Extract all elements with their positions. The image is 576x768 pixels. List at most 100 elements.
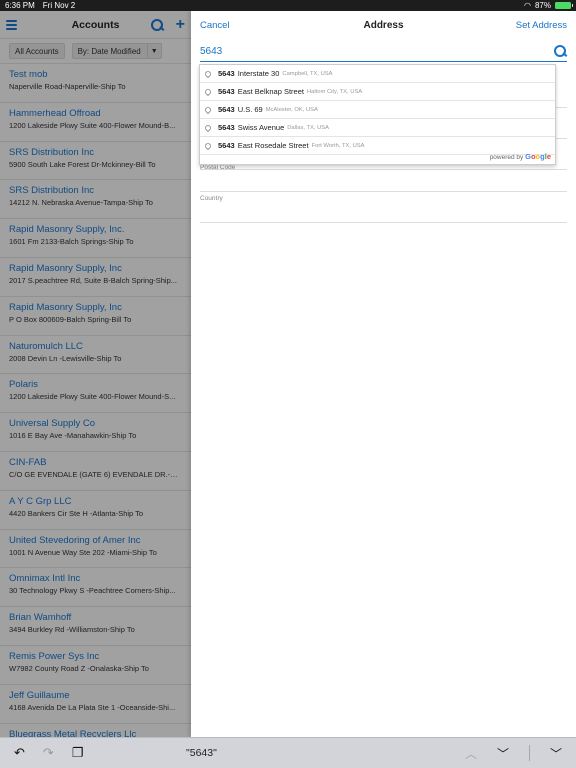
google-logo: Google xyxy=(525,152,551,161)
account-list-item[interactable]: Naturomulch LLC 2008 Devin Ln -Lewisville… xyxy=(0,336,191,375)
sort-label: By: Date Modified xyxy=(77,46,141,56)
account-list-item[interactable]: Rapid Masonry Supply, Inc 2017 S.peachtre… xyxy=(0,258,191,297)
account-address: 1001 N Avenue Way Ste 202 -Miami-Ship To xyxy=(9,547,157,557)
account-address: 1601 Fm 2133-Balch Springs-Ship To xyxy=(9,237,134,247)
suggestion-number: 5643 xyxy=(218,69,235,78)
account-name: Omnimax Intl Inc xyxy=(9,573,81,585)
account-name: Rapid Masonry Supply, Inc xyxy=(9,262,122,274)
account-list-item[interactable]: Rapid Masonry Supply, Inc P O Box 800609-… xyxy=(0,297,191,336)
account-name: CIN-FAB xyxy=(9,456,47,468)
account-name: SRS Distribution Inc xyxy=(9,146,95,158)
country-label: Country xyxy=(200,195,223,202)
account-list-item[interactable]: Test mob Naperville Road-Naperville-Ship … xyxy=(0,64,191,103)
search-icon[interactable] xyxy=(150,18,163,31)
address-nav-bar: Cancel Address Set Address xyxy=(191,11,576,39)
account-list-item[interactable]: Hammerhead Offroad 1200 Lakeside Pkwy Sui… xyxy=(0,103,191,142)
suggestion-location: Haltom City, TX, USA xyxy=(306,88,363,95)
filter-bar: All Accounts By: Date Modified ▼ xyxy=(0,39,191,64)
suggestion-number: 5643 xyxy=(218,87,235,96)
suggestions-dropdown: 5643 Interstate 30 Campbell, TX, USA 5643 Ea… xyxy=(199,64,556,165)
account-name: Jeff Guillaume xyxy=(9,689,70,701)
address-suggestion[interactable]: 5643 Interstate 30 Campbell, TX, USA xyxy=(200,65,555,83)
account-name: SRS Distribution Inc xyxy=(9,185,95,197)
menu-icon[interactable] xyxy=(6,19,17,30)
address-suggestion[interactable]: 5643 U.S. 69 McAlester, OK, USA xyxy=(200,101,555,119)
account-address: 2008 Devin Ln -Lewisville-Ship To xyxy=(9,353,122,363)
account-list-item[interactable]: CIN-FAB C/O GE EVENDALE (GATE 6) EVENDALE… xyxy=(0,452,191,491)
keyboard-toolbar: ↶ ↷ ❐ "5643" ︿ ﹀ ﹀ xyxy=(0,737,576,768)
account-list-item[interactable]: A Y C Grp LLC 4420 Bankers Cir Ste H -Atl… xyxy=(0,491,191,530)
account-list-item[interactable]: Polaris 1200 Lakeside Pkwy Suite 400-Flow… xyxy=(0,374,191,414)
account-list-item[interactable]: Jeff Guillaume 4168 Avenida De La Plata S… xyxy=(0,685,191,724)
account-address: W7982 County Road Z -Onalaska-Ship To xyxy=(9,663,149,673)
account-list-item[interactable]: SRS Distribution Inc 14212 N. Nebraska Av… xyxy=(0,180,191,220)
country-field[interactable]: Country xyxy=(200,192,567,223)
suggestion-number: 5643 xyxy=(218,123,235,132)
map-pin-icon xyxy=(203,123,213,132)
suggestion-number: 5643 xyxy=(218,105,235,114)
predictive-suggestion[interactable]: "5643" xyxy=(186,747,217,759)
account-list-item[interactable]: Remis Power Sys Inc W7982 County Road Z -… xyxy=(0,646,191,685)
account-address: 1200 Lakeside Pkwy Suite 400-Flower Moun… xyxy=(9,392,176,402)
cancel-button[interactable]: Cancel xyxy=(200,20,230,31)
account-list-item[interactable]: Bluegrass Metal Recyclers Llc xyxy=(0,724,191,737)
address-pane: Cancel Address Set Address Postal Code C… xyxy=(191,11,576,737)
account-address: 30 Technology Pkwy S -Peachtree Corners-… xyxy=(9,586,176,596)
postal-code-field[interactable]: Postal Code xyxy=(200,161,567,192)
previous-field-icon[interactable]: ︿ xyxy=(465,745,477,762)
account-name: Brian Wamhoff xyxy=(9,612,72,624)
account-address: 3494 Burkley Rd -Williamston-Ship To xyxy=(9,625,135,635)
account-address: 2017 S.peachtree Rd, Suite B-Balch Sprin… xyxy=(9,275,178,285)
battery-percent: 87% xyxy=(534,1,551,10)
account-list: Test mob Naperville Road-Naperville-Ship … xyxy=(0,64,191,737)
sort-filter[interactable]: By: Date Modified ▼ xyxy=(71,43,162,59)
toolbar-divider xyxy=(528,745,530,761)
search-icon[interactable] xyxy=(554,45,566,57)
account-address: 1200 Lakeside Pkwy Suite 400-Flower Moun… xyxy=(9,120,176,130)
add-account-icon[interactable]: + xyxy=(176,16,185,32)
chevron-down-icon[interactable]: ▼ xyxy=(146,44,161,58)
account-name: Test mob xyxy=(9,69,48,80)
account-name: Remis Power Sys Inc xyxy=(9,650,100,662)
powered-by-google: powered by Google xyxy=(490,152,551,161)
account-name: Naturomulch LLC xyxy=(9,340,83,352)
account-name: Rapid Masonry Supply, Inc. xyxy=(9,224,125,236)
account-address: P O Box 800609-Balch Spring-Bill To xyxy=(9,314,132,324)
all-accounts-filter[interactable]: All Accounts xyxy=(9,43,65,59)
map-pin-icon xyxy=(203,141,213,150)
account-list-item[interactable]: SRS Distribution Inc 5900 South Lake Fore… xyxy=(0,142,191,181)
postal-code-label: Postal Code xyxy=(200,164,236,171)
account-list-item[interactable]: Universal Supply Co 1016 E Bay Ave -Manah… xyxy=(0,413,191,452)
suggestion-number: 5643 xyxy=(218,141,235,150)
set-address-button[interactable]: Set Address xyxy=(516,20,567,31)
map-pin-icon xyxy=(203,87,213,96)
map-pin-icon xyxy=(203,69,213,78)
account-name: A Y C Grp LLC xyxy=(9,495,72,507)
suggestion-street: East Rosedale Street xyxy=(237,141,309,150)
account-list-item[interactable]: United Stevedoring of Amer Inc 1001 N Ave… xyxy=(0,530,191,569)
address-suggestion[interactable]: 5643 East Belknap Street Haltom City, TX, … xyxy=(200,83,555,101)
dismiss-keyboard-icon[interactable]: ﹀ xyxy=(550,745,562,762)
account-address: C/O GE EVENDALE (GATE 6) EVENDALE DR.-CI… xyxy=(9,469,182,479)
account-list-item[interactable]: Omnimax Intl Inc 30 Technology Pkwy S -Pe… xyxy=(0,568,191,608)
account-list-item[interactable]: Rapid Masonry Supply, Inc. 1601 Fm 2133-B… xyxy=(0,219,191,258)
suggestion-location: Fort Worth, TX, USA xyxy=(311,142,365,149)
suggestion-location: McAlester, OK, USA xyxy=(265,106,318,113)
suggestion-location: Dallas, TX, USA xyxy=(287,124,330,131)
next-field-icon[interactable]: ﹀ xyxy=(497,745,509,762)
account-list-item[interactable]: Brian Wamhoff 3494 Burkley Rd -Williamsto… xyxy=(0,607,191,646)
accounts-pane: Accounts + All Accounts By: Date Modifie… xyxy=(0,11,191,737)
account-name: Polaris xyxy=(9,379,39,391)
suggestion-street: U.S. 69 xyxy=(237,105,263,114)
account-name: Rapid Masonry Supply, Inc xyxy=(9,301,122,313)
paste-icon[interactable]: ❐ xyxy=(72,745,84,761)
powered-by-label: powered by xyxy=(489,154,524,161)
accounts-header: Accounts + xyxy=(0,11,191,39)
suggestion-street: Swiss Avenue xyxy=(237,123,285,132)
undo-icon[interactable]: ↶ xyxy=(14,745,25,761)
address-suggestion[interactable]: 5643 Swiss Avenue Dallas, TX, USA xyxy=(200,119,555,137)
address-search-input[interactable] xyxy=(200,45,554,57)
suggestion-street: East Belknap Street xyxy=(237,87,304,96)
battery-icon xyxy=(555,2,573,9)
redo-icon[interactable]: ↷ xyxy=(43,745,54,761)
